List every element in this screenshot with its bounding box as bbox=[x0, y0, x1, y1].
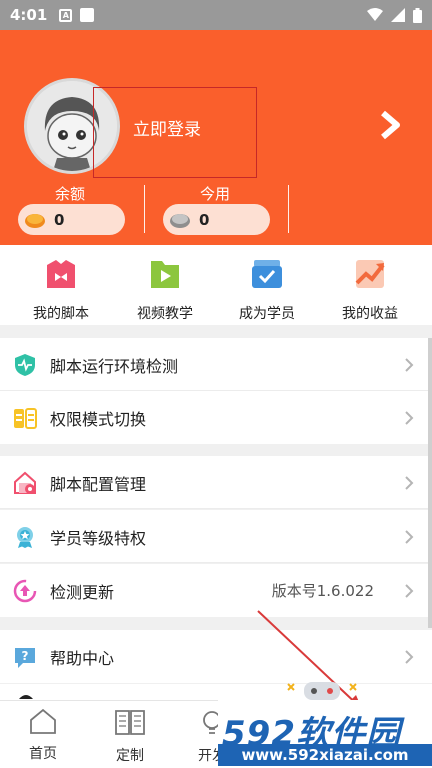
action-label: 我的收益 bbox=[342, 306, 398, 322]
toggle-switch-icon bbox=[14, 407, 37, 429]
video-icon bbox=[151, 261, 179, 288]
chevron-right-icon bbox=[405, 650, 414, 664]
nav-label: 定制 bbox=[116, 748, 144, 764]
balance-value: 0 bbox=[54, 210, 65, 229]
action-my-earnings[interactable]: 我的收益 bbox=[320, 257, 420, 323]
menu-script-config[interactable]: 脚本配置管理 bbox=[0, 456, 432, 509]
profile-header: 立即登录 余额 0 今用 0 bbox=[0, 30, 432, 245]
menu-label: 检测更新 bbox=[50, 582, 115, 602]
chevron-right-icon bbox=[405, 411, 414, 425]
row-divider bbox=[0, 562, 432, 563]
action-my-scripts[interactable]: 我的脚本 bbox=[11, 257, 111, 323]
watermark-url: www.592xiazai.com bbox=[218, 744, 432, 766]
menu-label: 脚本运行环境检测 bbox=[50, 356, 179, 376]
status-time: 4:01 bbox=[10, 6, 48, 24]
nav-label: 首页 bbox=[29, 746, 57, 762]
scrollbar[interactable] bbox=[428, 338, 432, 628]
menu-label: 学员等级特权 bbox=[50, 528, 147, 548]
today-value: 0 bbox=[199, 210, 210, 229]
login-button[interactable]: 立即登录 bbox=[133, 115, 201, 140]
battery-icon bbox=[413, 7, 422, 23]
earnings-icon bbox=[355, 260, 385, 288]
menu-env-check[interactable]: 脚本运行环境检测 bbox=[0, 338, 432, 391]
update-arrow-icon bbox=[13, 579, 37, 602]
row-divider bbox=[0, 508, 432, 509]
menu-label: 权限模式切换 bbox=[50, 409, 147, 429]
chevron-right-icon[interactable] bbox=[378, 110, 404, 140]
chevron-right-icon bbox=[405, 584, 414, 598]
svg-text:?: ? bbox=[22, 649, 29, 663]
nav-custom[interactable]: 定制 bbox=[90, 707, 170, 765]
quick-actions: 我的脚本 视频教学 成为学员 我的收益 bbox=[0, 245, 432, 325]
watermark-592xiazai: 592软件园 www.592xiazai.com bbox=[218, 700, 432, 768]
menu-member-privilege[interactable]: 学员等级特权 bbox=[0, 510, 432, 563]
action-label: 视频教学 bbox=[137, 306, 193, 322]
action-video-tutorial[interactable]: 视频教学 bbox=[115, 257, 215, 323]
partial-menu-icon bbox=[19, 695, 33, 699]
balance-pill[interactable]: 0 bbox=[18, 204, 125, 235]
chevron-right-icon bbox=[405, 530, 414, 544]
today-label: 今用 bbox=[200, 185, 231, 203]
today-pill[interactable]: 0 bbox=[163, 204, 270, 235]
notification-a-icon: A bbox=[59, 8, 73, 22]
book-icon bbox=[115, 710, 145, 735]
menu-permission-mode[interactable]: 权限模式切换 bbox=[0, 391, 432, 444]
action-become-student[interactable]: 成为学员 bbox=[217, 257, 317, 323]
shield-icon bbox=[15, 353, 35, 376]
help-bubble-icon: ? bbox=[15, 647, 35, 668]
action-label: 我的脚本 bbox=[33, 306, 89, 322]
medal-icon bbox=[17, 526, 33, 548]
chevron-right-icon bbox=[405, 358, 414, 372]
student-icon bbox=[252, 260, 282, 288]
coin-icon bbox=[25, 213, 45, 228]
notification-square-icon bbox=[80, 8, 95, 22]
silver-coin-icon bbox=[170, 213, 190, 228]
menu-label: 帮助中心 bbox=[50, 648, 115, 668]
version-number: 版本号1.6.022 bbox=[271, 582, 374, 600]
status-bar: 4:01 A bbox=[0, 0, 432, 30]
script-icon bbox=[47, 260, 75, 288]
cellular-icon bbox=[391, 8, 405, 22]
action-label: 成为学员 bbox=[239, 306, 295, 322]
wifi-icon bbox=[367, 8, 383, 21]
stat-divider bbox=[144, 185, 145, 233]
home-icon bbox=[30, 708, 56, 734]
chevron-right-icon bbox=[405, 476, 414, 490]
balance-label: 余额 bbox=[55, 185, 86, 203]
stat-divider bbox=[288, 185, 289, 233]
nav-home[interactable]: 首页 bbox=[3, 707, 83, 763]
menu-label: 脚本配置管理 bbox=[50, 474, 147, 494]
house-gear-icon bbox=[14, 471, 36, 494]
